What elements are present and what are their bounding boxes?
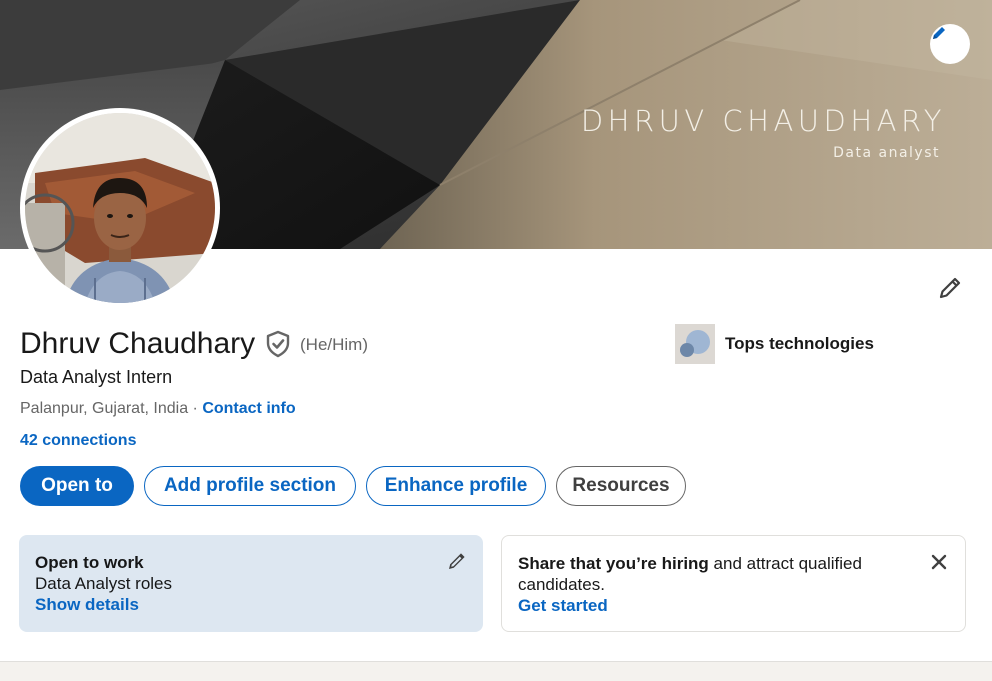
resources-button[interactable]: Resources bbox=[556, 466, 686, 506]
hiring-card: Share that you’re hiring and attract qua… bbox=[501, 535, 966, 632]
current-company[interactable]: Tops technologies bbox=[675, 324, 874, 364]
show-details-link[interactable]: Show details bbox=[35, 594, 467, 616]
edit-intro-button[interactable] bbox=[930, 268, 970, 308]
profile-location: Palanpur, Gujarat, India bbox=[20, 400, 189, 417]
shield-check-icon[interactable] bbox=[265, 330, 291, 358]
profile-photo-image bbox=[25, 113, 215, 303]
hiring-text: Share that you’re hiring and attract qua… bbox=[518, 553, 898, 595]
company-logo-image bbox=[675, 324, 715, 364]
profile-name: Dhruv Chaudhary bbox=[20, 327, 256, 360]
pencil-icon bbox=[939, 277, 961, 299]
connections-link[interactable]: 42 connections bbox=[20, 430, 136, 452]
hiring-text-strong: Share that you’re hiring bbox=[518, 554, 709, 573]
enhance-profile-button[interactable]: Enhance profile bbox=[366, 466, 546, 506]
profile-intro-card: DHRUV CHAUDHARY Data analyst Dhruv Chaud… bbox=[0, 0, 992, 662]
open-to-button[interactable]: Open to bbox=[20, 466, 134, 506]
contact-info-link[interactable]: Contact info bbox=[202, 400, 295, 417]
open-to-work-title: Open to work bbox=[35, 553, 144, 572]
dismiss-button[interactable] bbox=[927, 550, 951, 574]
pencil-icon bbox=[933, 27, 945, 39]
banner-role-text: Data analyst bbox=[833, 145, 940, 161]
get-started-link[interactable]: Get started bbox=[518, 595, 949, 617]
profile-photo[interactable] bbox=[20, 108, 220, 308]
profile-location-line: Palanpur, Gujarat, India · Contact info bbox=[20, 398, 296, 420]
open-to-work-roles: Data Analyst roles bbox=[35, 574, 173, 593]
edit-banner-button[interactable] bbox=[930, 24, 970, 64]
avatar bbox=[25, 113, 215, 303]
close-icon bbox=[931, 554, 947, 570]
location-separator: · bbox=[188, 400, 203, 417]
banner-name-text: DHRUV CHAUDHARY bbox=[580, 104, 946, 138]
company-name: Tops technologies bbox=[725, 334, 874, 353]
add-profile-section-button[interactable]: Add profile section bbox=[144, 466, 356, 506]
open-to-work-card: Open to work Data Analyst roles Show det… bbox=[19, 535, 483, 632]
pronouns: (He/Him) bbox=[300, 335, 368, 354]
pencil-icon[interactable] bbox=[445, 549, 469, 573]
profile-headline: Data Analyst Intern bbox=[20, 367, 173, 387]
company-logo bbox=[675, 324, 715, 364]
